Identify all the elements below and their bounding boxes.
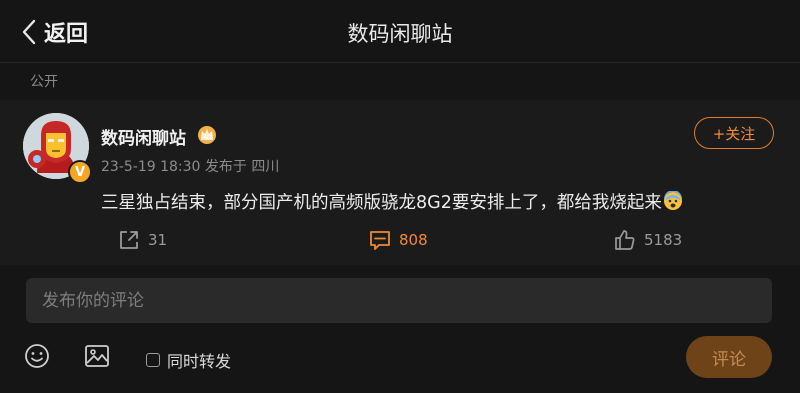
- repost-count: 31: [148, 231, 168, 249]
- comment-box: [26, 278, 772, 323]
- repost-button[interactable]: 31: [118, 229, 167, 251]
- like-count: 5183: [644, 231, 683, 249]
- visibility-label: 公开: [30, 74, 58, 90]
- comment-button[interactable]: 808: [369, 229, 428, 251]
- post-meta: 23-5-19 18:30 发布于 四川: [101, 159, 280, 175]
- follow-button[interactable]: +关注: [694, 117, 774, 149]
- post-text-content: 三星独占结束，部分国产机的高频版骁龙8G2要安排上了，都给我烧起来: [101, 193, 662, 213]
- like-button[interactable]: 5183: [614, 229, 682, 251]
- page-title: 数码闲聊站: [347, 22, 453, 46]
- comment-input[interactable]: [40, 289, 758, 312]
- hot-face-emoji-icon: [663, 191, 682, 210]
- thumbs-up-icon: [615, 230, 635, 250]
- emoji-picker-icon[interactable]: [24, 343, 50, 369]
- submit-comment-button[interactable]: 评论: [686, 336, 772, 378]
- repost-checkbox[interactable]: 同时转发: [146, 348, 231, 372]
- author-name[interactable]: 数码闲聊站: [101, 124, 186, 149]
- comment-count: 808: [399, 231, 428, 249]
- header-divider: [0, 62, 800, 63]
- share-icon: [120, 231, 138, 249]
- image-icon[interactable]: [84, 343, 110, 369]
- crown-icon: [198, 126, 216, 144]
- verified-badge: V: [68, 160, 92, 184]
- comment-icon: [370, 231, 390, 250]
- checkbox-box[interactable]: [146, 353, 160, 367]
- repost-checkbox-label: 同时转发: [167, 352, 232, 371]
- post-text: 三星独占结束，部分国产机的高频版骁龙8G2要安排上了，都给我烧起来: [101, 189, 683, 214]
